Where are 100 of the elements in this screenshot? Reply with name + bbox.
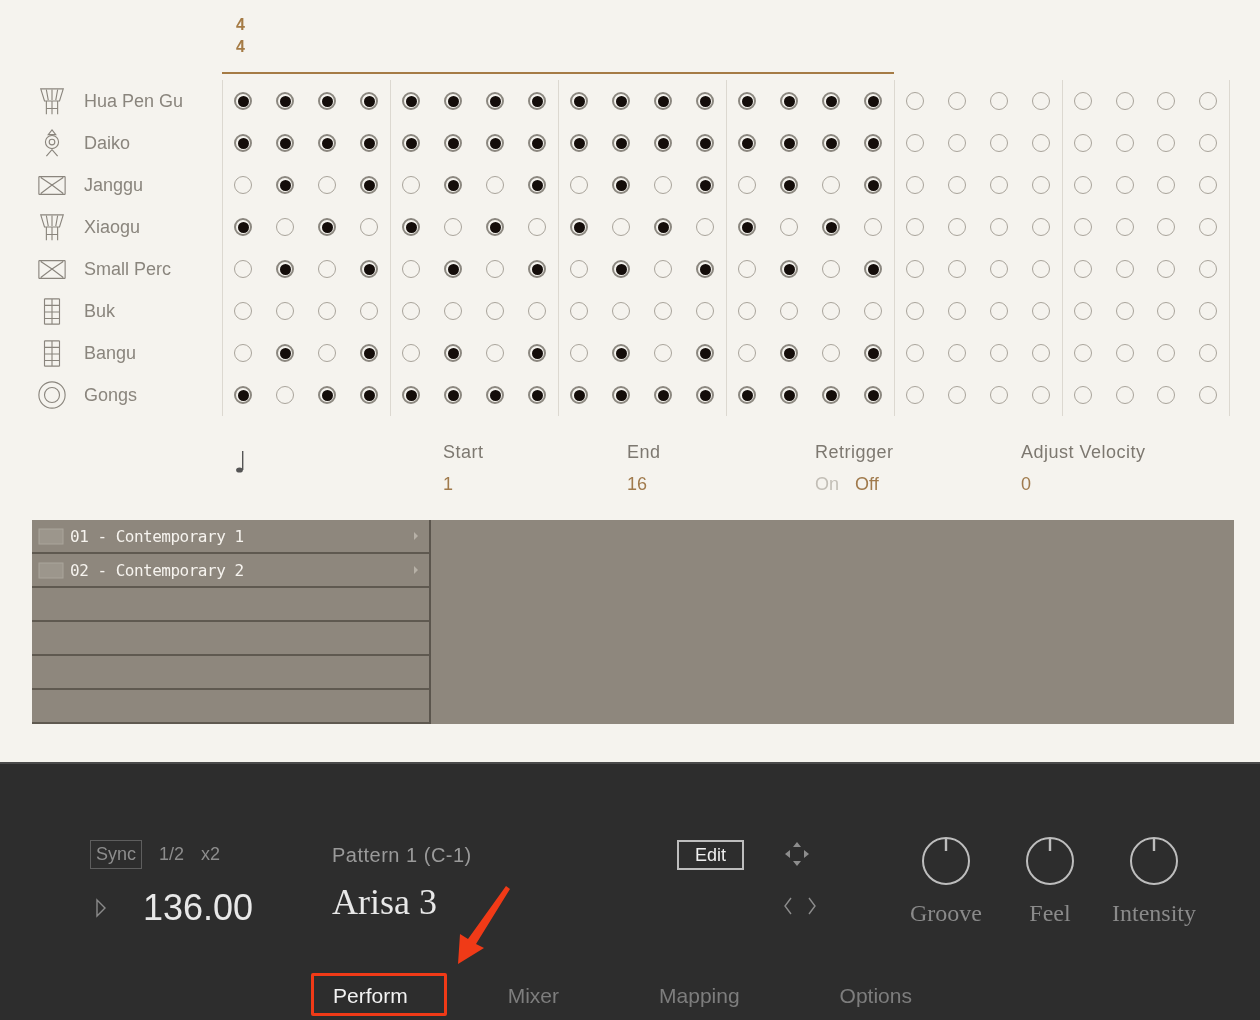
step-button[interactable] [276, 260, 294, 278]
step-button[interactable] [528, 386, 546, 404]
step-button[interactable] [570, 92, 588, 110]
step-button[interactable] [696, 92, 714, 110]
step-button[interactable] [780, 92, 798, 110]
step-button[interactable] [402, 134, 420, 152]
step-button[interactable] [570, 218, 588, 236]
step-button[interactable] [528, 176, 546, 194]
step-button[interactable] [864, 176, 882, 194]
step-button[interactable] [696, 386, 714, 404]
knob[interactable] [1025, 836, 1075, 886]
step-button[interactable] [360, 176, 378, 194]
step-button[interactable] [234, 134, 252, 152]
step-button[interactable] [780, 260, 798, 278]
step-button[interactable] [612, 176, 630, 194]
step-button[interactable] [276, 134, 294, 152]
step-button[interactable] [360, 344, 378, 362]
sync-button[interactable]: Sync [90, 840, 143, 869]
next-icon[interactable] [807, 896, 817, 916]
step-button[interactable] [360, 260, 378, 278]
step-button[interactable] [864, 344, 882, 362]
step-button[interactable] [654, 134, 672, 152]
step-button[interactable] [402, 92, 420, 110]
step-button[interactable] [444, 134, 462, 152]
parameter-value[interactable]: 1 [443, 474, 453, 495]
step-button[interactable] [654, 92, 672, 110]
step-button[interactable] [822, 218, 840, 236]
step-button[interactable] [528, 344, 546, 362]
step-button[interactable] [696, 176, 714, 194]
tab[interactable]: Mixer [507, 984, 560, 1008]
step-button[interactable] [696, 134, 714, 152]
knob[interactable] [921, 836, 971, 886]
step-button[interactable] [360, 386, 378, 404]
step-button[interactable] [402, 218, 420, 236]
step-button[interactable] [864, 92, 882, 110]
step-button[interactable] [738, 134, 756, 152]
step-button[interactable] [276, 344, 294, 362]
division-value[interactable]: 1/2 [159, 844, 185, 865]
knob[interactable] [1129, 836, 1179, 886]
tab[interactable]: Mapping [659, 984, 740, 1008]
step-button[interactable] [822, 386, 840, 404]
step-button[interactable] [738, 386, 756, 404]
step-button[interactable] [486, 92, 504, 110]
tempo-value[interactable]: 136.00 [143, 887, 254, 929]
step-button[interactable] [612, 92, 630, 110]
step-button[interactable] [738, 92, 756, 110]
step-button[interactable] [444, 260, 462, 278]
expand-arrow-icon[interactable] [413, 531, 419, 541]
parameter-value[interactable]: 16 [627, 474, 648, 495]
tab[interactable]: Options [839, 984, 912, 1008]
play-icon[interactable] [95, 898, 107, 918]
step-button[interactable] [654, 386, 672, 404]
step-button[interactable] [612, 260, 630, 278]
step-button[interactable] [696, 260, 714, 278]
previous-icon[interactable] [783, 896, 793, 916]
step-button[interactable] [612, 134, 630, 152]
step-button[interactable] [822, 92, 840, 110]
step-button[interactable] [360, 92, 378, 110]
step-button[interactable] [318, 92, 336, 110]
step-button[interactable] [528, 260, 546, 278]
note-icon[interactable] [235, 450, 245, 474]
step-button[interactable] [486, 218, 504, 236]
step-button[interactable] [696, 344, 714, 362]
step-button[interactable] [276, 92, 294, 110]
folder-item[interactable]: 02 - Contemporary 2 [32, 554, 429, 586]
step-button[interactable] [780, 134, 798, 152]
step-button[interactable] [234, 386, 252, 404]
step-button[interactable] [486, 386, 504, 404]
step-button[interactable] [612, 344, 630, 362]
tab[interactable]: Perform [333, 984, 408, 1008]
folder-item[interactable]: 01 - Contemporary 1 [32, 520, 429, 552]
step-button[interactable] [780, 176, 798, 194]
step-button[interactable] [864, 260, 882, 278]
step-button[interactable] [444, 92, 462, 110]
step-button[interactable] [738, 218, 756, 236]
step-button[interactable] [654, 218, 672, 236]
step-button[interactable] [318, 386, 336, 404]
step-button[interactable] [780, 344, 798, 362]
multiplier-value[interactable]: x2 [201, 844, 221, 865]
step-button[interactable] [444, 344, 462, 362]
step-button[interactable] [402, 386, 420, 404]
step-button[interactable] [612, 386, 630, 404]
parameter-value[interactable]: 0 [1021, 474, 1031, 495]
expand-arrow-icon[interactable] [413, 565, 419, 575]
step-button[interactable] [234, 218, 252, 236]
toggle-option[interactable]: Off [855, 474, 879, 495]
step-button[interactable] [822, 134, 840, 152]
step-button[interactable] [570, 134, 588, 152]
step-button[interactable] [318, 134, 336, 152]
step-button[interactable] [570, 386, 588, 404]
step-button[interactable] [276, 176, 294, 194]
step-button[interactable] [864, 386, 882, 404]
step-button[interactable] [234, 92, 252, 110]
edit-button[interactable]: Edit [677, 840, 744, 870]
step-button[interactable] [360, 134, 378, 152]
step-button[interactable] [528, 134, 546, 152]
step-button[interactable] [780, 386, 798, 404]
step-button[interactable] [528, 92, 546, 110]
step-button[interactable] [486, 134, 504, 152]
move-icon[interactable] [783, 840, 811, 868]
